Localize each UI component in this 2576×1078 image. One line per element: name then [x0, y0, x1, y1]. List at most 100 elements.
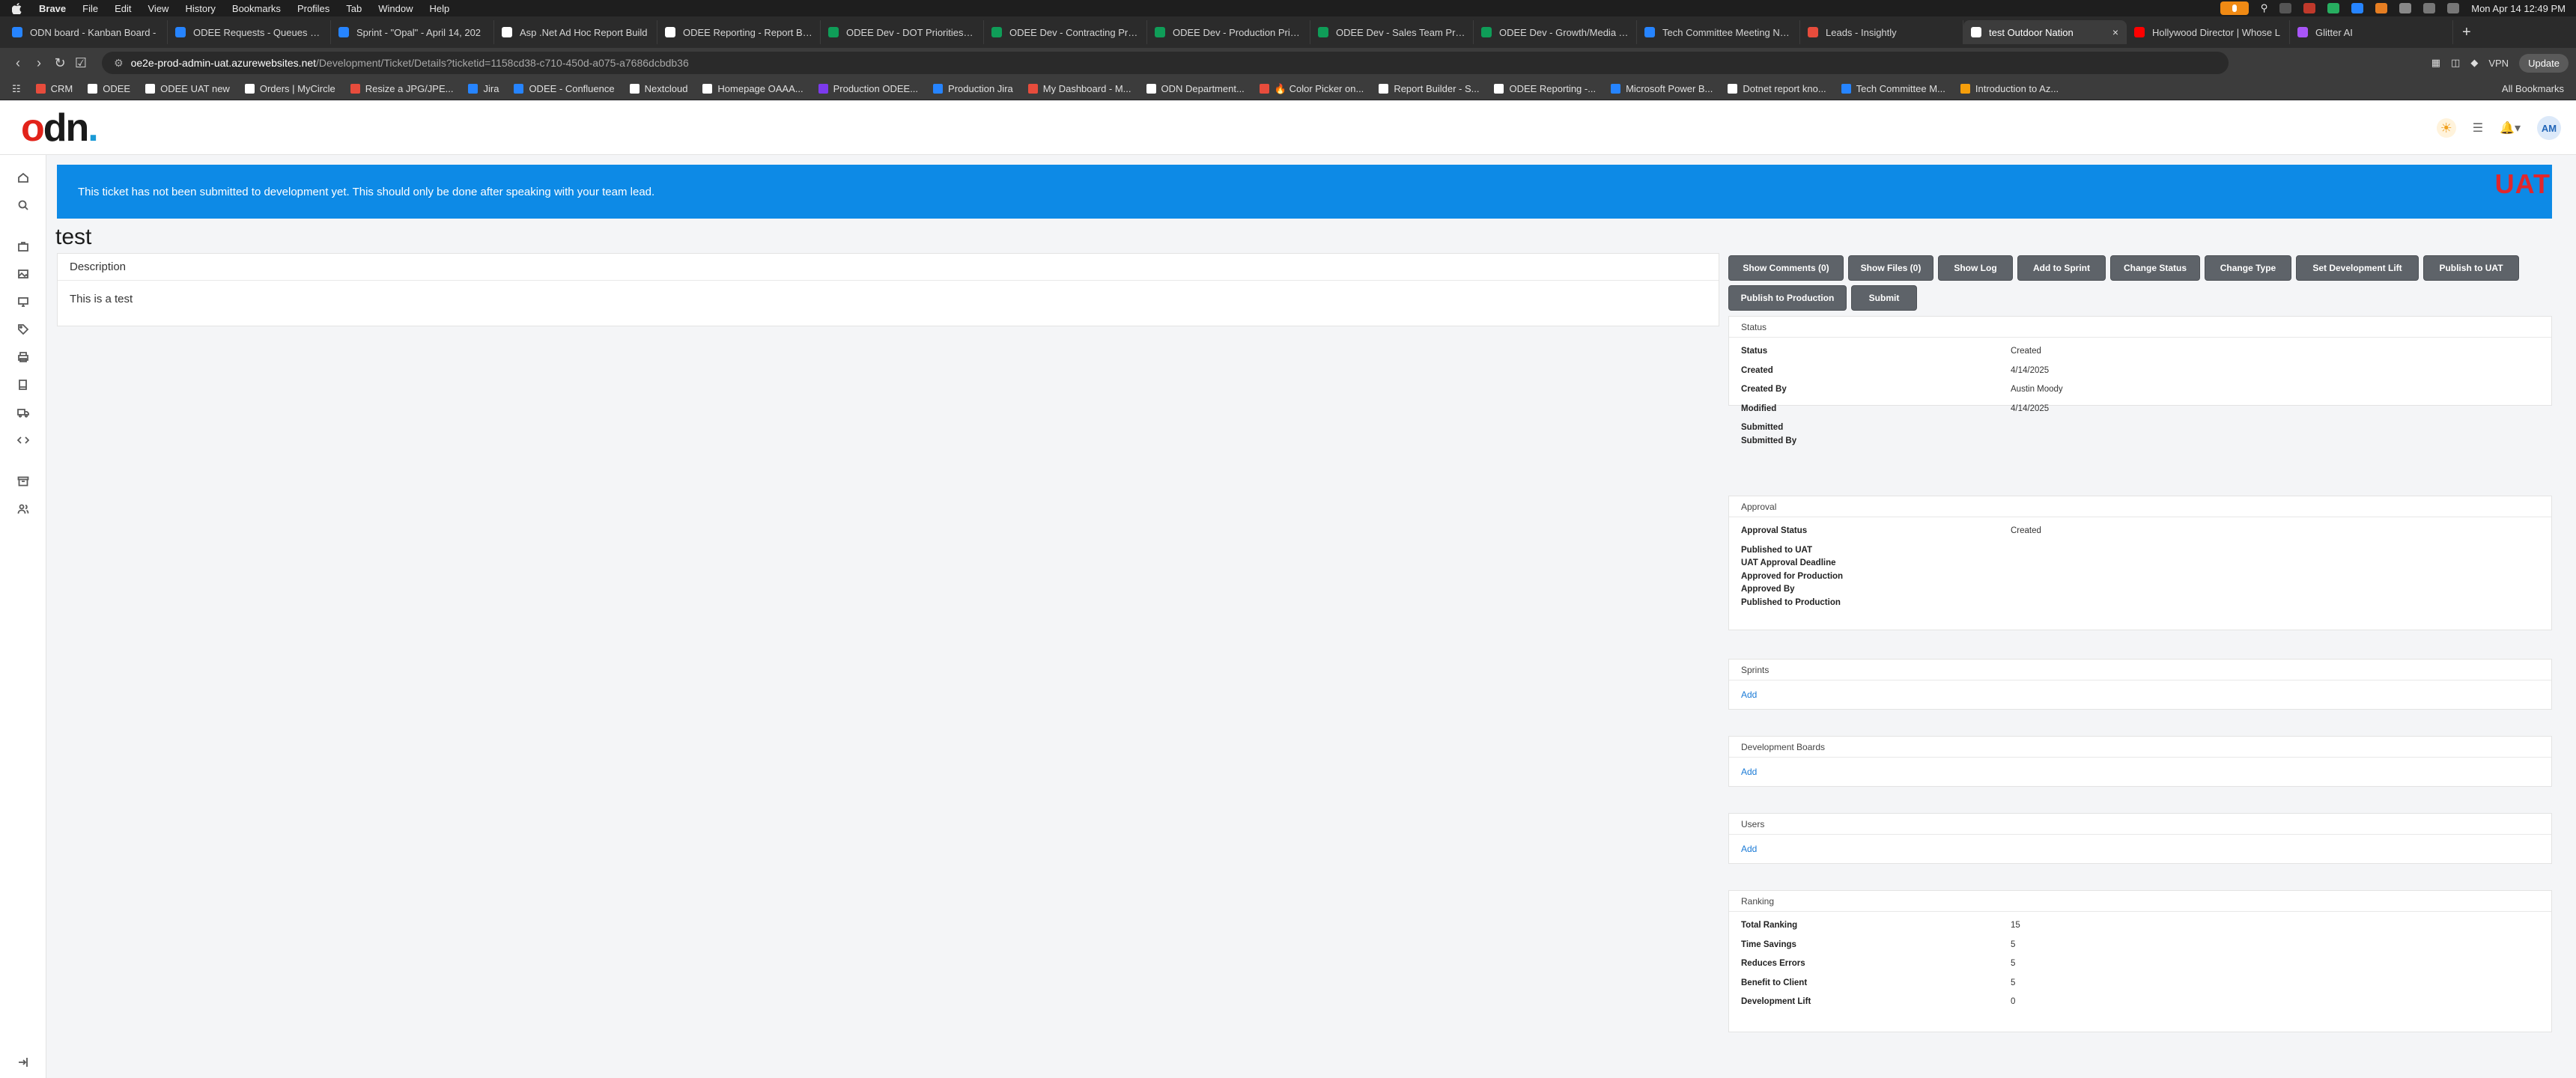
code-icon[interactable]: [14, 431, 32, 449]
publish-to-uat-button[interactable]: Publish to UAT: [2423, 255, 2519, 281]
battery-icon[interactable]: [2399, 3, 2412, 13]
monitor-icon[interactable]: [14, 293, 32, 311]
theme-toggle-icon[interactable]: ☀: [2436, 118, 2456, 138]
browser-tab[interactable]: Tech Committee Meeting Note: [1637, 20, 1800, 44]
add-user-link[interactable]: Add: [1741, 844, 1757, 854]
add-to-sprint-button[interactable]: Add to Sprint: [2017, 255, 2106, 281]
new-tab-icon[interactable]: +: [2462, 24, 2471, 41]
menu-window[interactable]: Window: [378, 3, 413, 14]
alert-icon[interactable]: [2375, 3, 2388, 13]
apps-grid-icon[interactable]: ☷: [12, 83, 21, 95]
back-icon[interactable]: ‹: [7, 55, 28, 71]
bookmark-item[interactable]: Introduction to Az...: [1960, 83, 2059, 94]
book-icon[interactable]: [14, 376, 32, 394]
change-status-button[interactable]: Change Status: [2110, 255, 2200, 281]
bookmark-item[interactable]: Orders | MyCircle: [244, 83, 335, 94]
bookmark-item[interactable]: CRM: [35, 83, 73, 94]
meeting-icon[interactable]: [2351, 3, 2364, 13]
browser-tab[interactable]: Hollywood Director | Whose L: [2127, 20, 2290, 44]
reload-icon[interactable]: ↻: [49, 55, 70, 71]
menu-app-name[interactable]: Brave: [39, 3, 66, 14]
wifi-icon[interactable]: [2423, 3, 2436, 13]
briefcase-icon[interactable]: [14, 237, 32, 255]
address-bar[interactable]: ⚙ oe2e-prod-admin-uat.azurewebsites.net /…: [102, 52, 2229, 74]
search-icon[interactable]: ⚲: [2261, 2, 2268, 14]
menu-file[interactable]: File: [82, 3, 98, 14]
add-sprint-link[interactable]: Add: [1741, 689, 1757, 700]
bookmark-item[interactable]: Microsoft Power B...: [1611, 83, 1713, 94]
menu-help[interactable]: Help: [430, 3, 450, 14]
show-comments-button[interactable]: Show Comments (0): [1728, 255, 1844, 281]
submit-button[interactable]: Submit: [1851, 285, 1917, 311]
browser-tab[interactable]: Glitter AI: [2290, 20, 2453, 44]
menu-bookmarks[interactable]: Bookmarks: [232, 3, 281, 14]
microphone-icon[interactable]: [2220, 1, 2249, 15]
cloud-icon[interactable]: [2279, 3, 2292, 13]
browser-tab[interactable]: Asp .Net Ad Hoc Report Build: [494, 20, 657, 44]
bookmark-item[interactable]: Resize a JPG/JPE...: [350, 83, 453, 94]
add-board-link[interactable]: Add: [1741, 767, 1757, 777]
set-development-lift-button[interactable]: Set Development Lift: [2296, 255, 2419, 281]
bookmark-item[interactable]: ODEE UAT new: [145, 83, 230, 94]
logout-icon[interactable]: [14, 1053, 32, 1071]
bookmark-item[interactable]: Nextcloud: [629, 83, 687, 94]
browser-tab[interactable]: Sprint - "Opal" - April 14, 202: [331, 20, 494, 44]
show-files-button[interactable]: Show Files (0): [1848, 255, 1933, 281]
bookmark-item[interactable]: Tech Committee M...: [1841, 83, 1945, 94]
tag-icon[interactable]: [14, 320, 32, 338]
vpn-button[interactable]: VPN: [2488, 58, 2509, 69]
avatar[interactable]: AM: [2537, 116, 2561, 140]
app-status-icon[interactable]: [2303, 3, 2316, 13]
browser-tab[interactable]: ODEE Dev - Growth/Media Tea: [1474, 20, 1637, 44]
publish-to-production-button[interactable]: Publish to Production: [1728, 285, 1847, 311]
browser-tab[interactable]: ODEE Dev - Production Priorit: [1147, 20, 1310, 44]
list-icon[interactable]: ☰: [2473, 121, 2483, 135]
bookmark-item[interactable]: ODN Department...: [1146, 83, 1245, 94]
notifications-bell-icon[interactable]: 🔔▾: [2500, 121, 2521, 135]
bookmark-icon[interactable]: ☑: [70, 55, 91, 71]
menu-view[interactable]: View: [148, 3, 169, 14]
odn-logo[interactable]: odn.: [21, 109, 99, 147]
browser-tab[interactable]: ODEE Reporting - Report Build: [657, 20, 821, 44]
update-button[interactable]: Update: [2519, 53, 2569, 73]
all-bookmarks-button[interactable]: All Bookmarks: [2502, 83, 2564, 94]
control-center-icon[interactable]: [2447, 3, 2460, 13]
browser-tab[interactable]: Leads - Insightly: [1800, 20, 1963, 44]
bookmark-item[interactable]: ODEE Reporting -...: [1494, 83, 1596, 94]
bookmark-item[interactable]: ODEE - Confluence: [514, 83, 615, 94]
bookmark-item[interactable]: Homepage OAAA...: [702, 83, 804, 94]
sidebar-toggle-icon[interactable]: ◫: [2451, 57, 2460, 69]
archive-icon[interactable]: [14, 472, 32, 490]
search-icon[interactable]: [14, 196, 32, 214]
menu-profiles[interactable]: Profiles: [297, 3, 329, 14]
bookmark-item[interactable]: Dotnet report kno...: [1728, 83, 1826, 94]
show-log-button[interactable]: Show Log: [1938, 255, 2013, 281]
browser-tab[interactable]: ODN board - Kanban Board -: [4, 20, 168, 44]
apple-icon[interactable]: [10, 2, 22, 14]
printer-icon[interactable]: [14, 348, 32, 366]
bookmark-item[interactable]: Production ODEE...: [818, 83, 918, 94]
browser-tab[interactable]: ODEE Dev - DOT Priorities List: [821, 20, 984, 44]
site-info-icon[interactable]: ⚙: [114, 57, 124, 70]
extensions-icon[interactable]: ▦: [2431, 57, 2440, 69]
change-type-button[interactable]: Change Type: [2205, 255, 2291, 281]
bookmark-item[interactable]: Jira: [468, 83, 499, 94]
bookmark-item[interactable]: ODEE: [88, 83, 130, 94]
wallet-icon[interactable]: ◆: [2470, 57, 2478, 69]
bookmark-item[interactable]: My Dashboard - M...: [1027, 83, 1131, 94]
home-icon[interactable]: [14, 168, 32, 186]
truck-icon[interactable]: [14, 404, 32, 421]
bookmark-item[interactable]: Report Builder - S...: [1379, 83, 1479, 94]
menu-tab[interactable]: Tab: [346, 3, 362, 14]
browser-tab[interactable]: ODEE Dev - Contracting Priorit: [984, 20, 1147, 44]
bookmark-item[interactable]: Production Jira: [933, 83, 1013, 94]
bookmark-item[interactable]: 🔥 Color Picker on...: [1259, 83, 1364, 95]
browser-tab[interactable]: ODEE Dev - Sales Team Priorit: [1310, 20, 1474, 44]
browser-tab[interactable]: test Outdoor Nation ×: [1963, 20, 2127, 44]
browser-tab[interactable]: ODEE Requests - Queues - All: [168, 20, 331, 44]
sync-icon[interactable]: [2327, 3, 2340, 13]
clock[interactable]: Mon Apr 14 12:49 PM: [2471, 3, 2566, 14]
forward-icon[interactable]: ›: [28, 55, 49, 71]
users-icon[interactable]: [14, 500, 32, 518]
close-tab-icon[interactable]: ×: [2112, 26, 2118, 38]
